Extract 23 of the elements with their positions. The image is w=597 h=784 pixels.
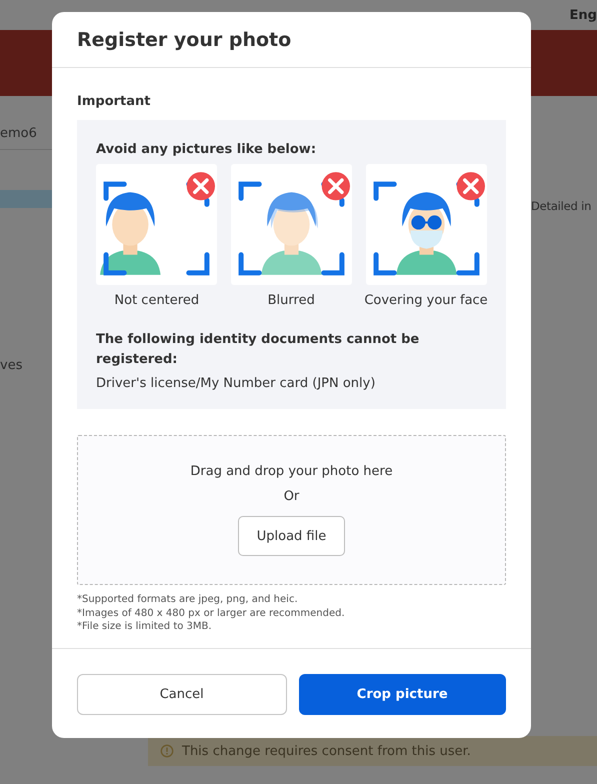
drop-text: Drag and drop your photo here [190, 464, 393, 480]
documents-title: The following identity documents cannot be registered: [96, 331, 420, 370]
sidebar-item[interactable]: ves [0, 358, 52, 373]
note-text: *Supported formats are jpeg, png, and heic. [77, 593, 299, 607]
info-icon [160, 744, 174, 758]
notice-text: This change requires consent from this user. [182, 744, 471, 758]
section-title: Important [77, 94, 152, 109]
user-name-text: emo6 [0, 126, 38, 141]
example-caption: Blurred [268, 293, 315, 308]
cancel-button[interactable]: Cancel [77, 674, 286, 715]
language-label[interactable]: Eng [570, 8, 597, 22]
example-caption: Covering your face [364, 293, 488, 308]
crop-picture-button[interactable]: Crop picture [298, 674, 506, 715]
dialog-title: Register your photo [77, 28, 292, 50]
note-text: *File size is limited to 3MB. [77, 620, 213, 634]
example-caption: Not centered [114, 293, 200, 308]
upload-file-button[interactable]: Upload file [238, 516, 346, 556]
documents-text: Driver's license/My Number card (JPN only) [96, 376, 376, 392]
note-text: *Images of 480 x 480 px or larger are recommended. [77, 606, 346, 620]
avoid-title: Avoid any pictures like below: [96, 142, 318, 157]
drop-zone[interactable]: Drag and drop your photo here Or Upload file [77, 435, 506, 586]
detail-text: Detailed in [531, 199, 592, 213]
or-text: Or [284, 489, 300, 504]
